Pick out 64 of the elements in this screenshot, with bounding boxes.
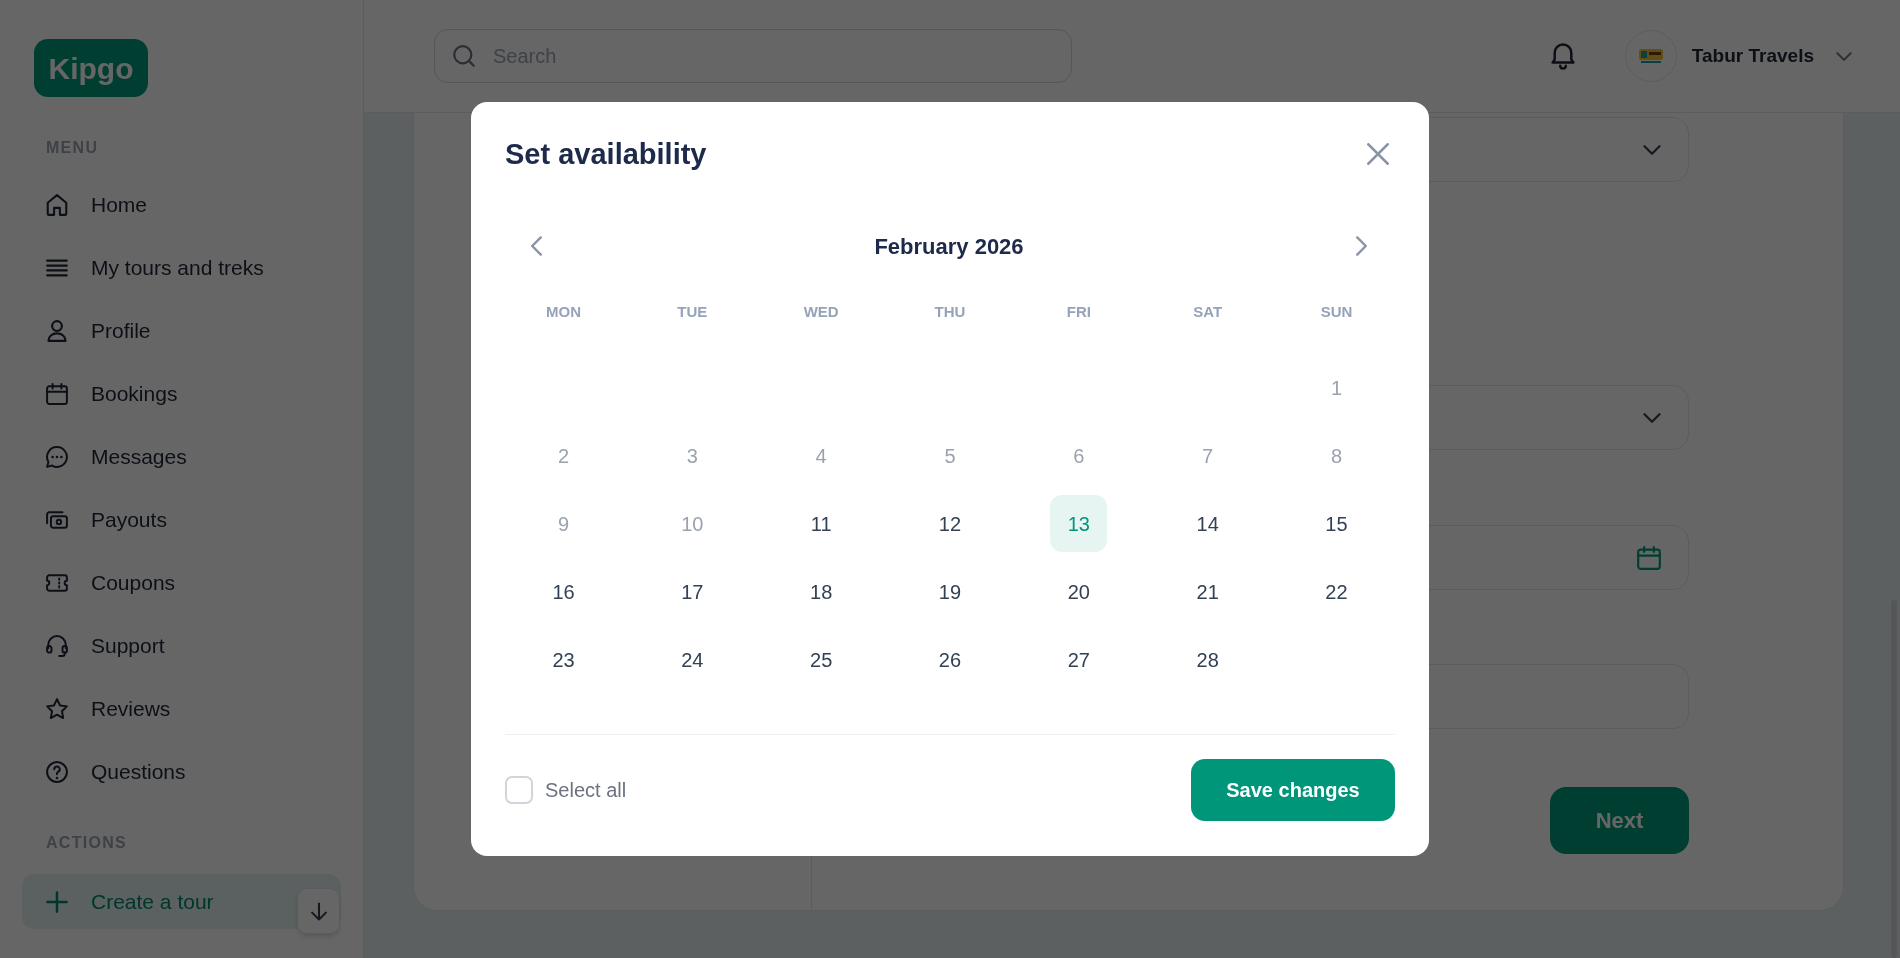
weekday-label: TUE [676,301,709,322]
calendar-day[interactable]: 24 [663,631,721,688]
calendar-day[interactable]: 16 [535,563,592,620]
calendar-icon [46,382,68,405]
calendar-day[interactable]: 26 [921,631,979,688]
calendar-day: 10 [663,495,721,552]
avatar-icon [1624,30,1677,82]
chevron-down-icon [1643,412,1661,423]
arrow-down-icon [310,901,327,921]
checkbox[interactable] [505,776,533,804]
weekday-label: FRI [1065,301,1092,322]
calendar-day[interactable]: 18 [792,563,850,620]
calendar-day[interactable]: 22 [1307,563,1365,620]
calendar-day[interactable]: 21 [1179,563,1237,620]
scroll-down-button[interactable] [297,888,340,934]
weekday-label: SUN [1319,301,1354,322]
calendar-day[interactable]: 23 [535,631,592,688]
checkbox-label: Select all [545,778,627,803]
calendar-day[interactable]: 25 [792,631,850,688]
calendar-day[interactable]: 11 [792,495,850,552]
calendar-day: 2 [535,427,592,484]
close-icon [1367,143,1389,165]
weekday-label: SAT [1192,301,1224,322]
calendar-day: 4 [792,427,850,484]
logo: Kipgo [34,39,148,97]
banknote-icon [46,508,68,531]
calendar-day[interactable]: 27 [1050,631,1108,688]
calendar-day: 3 [663,427,721,484]
calendar-day: 7 [1179,427,1237,484]
close-button[interactable] [1366,142,1390,166]
star-icon [46,697,68,720]
chevron-right-icon [1356,236,1368,256]
calendar-day[interactable]: 19 [921,563,979,620]
calendar-day[interactable]: 15 [1307,495,1365,552]
notifications-button[interactable] [1549,42,1576,70]
calendar-day: 5 [921,427,979,484]
calendar-day[interactable]: 12 [921,495,979,552]
calendar-day: 6 [1050,427,1108,484]
question-circle-icon [46,760,68,783]
home-icon [46,193,68,216]
save-changes-button[interactable]: Save changes [1191,759,1395,821]
plus-icon [46,890,68,913]
calendar-day: 9 [535,495,592,552]
calendar-day[interactable]: 14 [1179,495,1237,552]
chevron-down-icon [1643,144,1661,155]
calendar-day: 8 [1307,427,1365,484]
calendar-day: 1 [1307,359,1365,416]
search-icon [453,45,475,67]
chevron-left-icon [530,236,542,256]
dialog-title: Set availability [505,137,707,172]
bell-icon [1550,42,1575,70]
calendar-day[interactable]: 28 [1179,631,1237,688]
weekday-label: MON [545,301,582,322]
user-icon [46,319,68,342]
weekday-label: WED [802,301,840,322]
chevron-down-icon [1836,51,1852,61]
chat-bubble-icon [46,445,68,468]
month-title: February 2026 [874,232,1024,261]
ticket-icon [46,571,68,594]
calendar-icon [1637,545,1661,570]
calendar-day[interactable]: 17 [663,563,721,620]
calendar-day[interactable]: 20 [1050,563,1108,620]
headset-icon [46,634,68,657]
weekday-label: THU [933,301,967,322]
